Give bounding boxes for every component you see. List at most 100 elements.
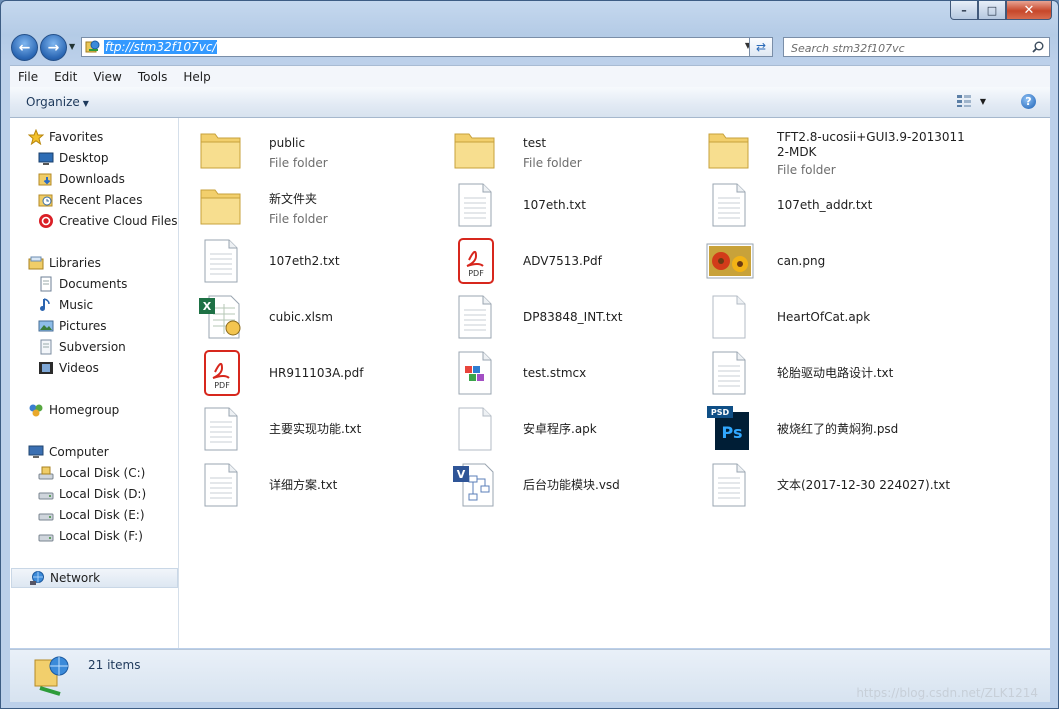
nav-computer[interactable]: Computer — [28, 442, 109, 462]
address-text[interactable]: ftp://stm32f107vc/ — [104, 40, 218, 54]
file-item[interactable]: 详细方案.txt — [197, 460, 447, 510]
file-name: 被烧红了的黄焖狗.psd — [777, 422, 899, 436]
nav-downloads[interactable]: Downloads — [38, 169, 125, 189]
nav-videos[interactable]: Videos — [38, 358, 99, 378]
file-item[interactable]: PDF HR911103A.pdf — [197, 348, 447, 398]
creative-cloud-icon — [38, 213, 54, 229]
nav-libraries[interactable]: Libraries — [28, 253, 101, 273]
file-name: 文本(2017-12-30 224027).txt — [777, 478, 951, 492]
details-pane: 21 items https://blog.csdn.net/ZLK1214 — [10, 649, 1050, 702]
file-name: TFT2.8-ucosii+GUI3.9-20130112-MDK — [777, 130, 965, 159]
file-item[interactable]: HeartOfCat.apk — [705, 292, 955, 342]
svg-text:PDF: PDF — [214, 381, 230, 390]
file-item[interactable]: 主要实现功能.txt — [197, 404, 447, 454]
text-file-icon — [712, 463, 746, 507]
search-input[interactable] — [789, 40, 1028, 56]
system-drive-icon — [38, 465, 54, 481]
minimize-button[interactable]: – — [950, 1, 978, 20]
drive-icon — [38, 486, 54, 502]
file-item[interactable]: V 后台功能模块.vsd — [451, 460, 701, 510]
file-item[interactable]: 107eth.txt — [451, 180, 701, 230]
file-name: 安卓程序.apk — [523, 422, 597, 436]
file-name: ADV7513.Pdf — [523, 254, 602, 268]
desktop-icon — [38, 150, 54, 166]
text-file-icon — [204, 239, 238, 283]
file-name: 107eth_addr.txt — [777, 198, 873, 212]
nav-disk-d-label: Local Disk (D:) — [59, 487, 147, 501]
refresh-button[interactable]: ⇄ — [749, 37, 773, 57]
file-item[interactable]: test File folder — [451, 124, 701, 174]
organize-label: Organize — [26, 95, 80, 109]
search-box[interactable] — [783, 37, 1050, 57]
back-button[interactable]: ← — [11, 34, 38, 61]
file-item[interactable]: test.stmcx — [451, 348, 701, 398]
svg-text:PDF: PDF — [468, 269, 484, 278]
change-view-button[interactable]: ▼ — [956, 94, 986, 108]
file-item[interactable]: PDF ADV7513.Pdf — [451, 236, 701, 286]
menu-tools[interactable]: Tools — [130, 70, 176, 84]
text-file-icon — [712, 183, 746, 227]
nav-documents-label: Documents — [59, 277, 128, 291]
nav-subversion[interactable]: Subversion — [38, 337, 126, 357]
item-count: 21 items — [88, 658, 141, 672]
menu-file[interactable]: File — [10, 70, 46, 84]
nav-disk-e[interactable]: Local Disk (E:) — [38, 505, 145, 525]
nav-pictures[interactable]: Pictures — [38, 316, 107, 336]
address-bar[interactable]: ftp://stm32f107vc/ ▼ — [81, 37, 756, 57]
close-button[interactable]: ✕ — [1006, 1, 1052, 20]
nav-favorites[interactable]: Favorites — [27, 127, 103, 147]
file-item[interactable]: 新文件夹 File folder — [197, 180, 447, 230]
file-type: File folder — [523, 156, 582, 170]
file-name: 后台功能模块.vsd — [523, 478, 620, 492]
videos-icon — [38, 360, 54, 376]
nav-disk-f-label: Local Disk (F:) — [59, 529, 143, 543]
nav-creative-cloud[interactable]: Creative Cloud Files — [38, 211, 178, 231]
svg-text:X: X — [203, 300, 212, 313]
downloads-folder-icon — [38, 171, 54, 187]
nav-documents[interactable]: Documents — [38, 274, 127, 294]
nav-network[interactable]: Network — [11, 568, 178, 588]
file-item[interactable]: 107eth2.txt — [197, 236, 447, 286]
file-item[interactable]: 轮胎驱动电路设计.txt — [705, 348, 955, 398]
text-file-icon — [204, 463, 238, 507]
file-item[interactable]: DP83848_INT.txt — [451, 292, 701, 342]
menu-edit[interactable]: Edit — [46, 70, 85, 84]
recent-places-icon — [38, 192, 54, 208]
file-name: 107eth.txt — [523, 198, 586, 212]
forward-button[interactable]: → — [40, 34, 67, 61]
nav-disk-d[interactable]: Local Disk (D:) — [38, 484, 146, 504]
file-name: 新文件夹 — [269, 192, 318, 206]
blank-file-icon — [458, 407, 492, 451]
navigation-row: ← → ▼ ftp://stm32f107vc/ ▼ ⇄ — [11, 34, 1051, 61]
file-item[interactable]: public File folder — [197, 124, 447, 174]
menu-view[interactable]: View — [85, 70, 129, 84]
nav-homegroup[interactable]: Homegroup — [28, 400, 119, 420]
nav-disk-c[interactable]: Local Disk (C:) — [38, 463, 145, 483]
star-icon — [27, 128, 45, 146]
recent-pages-dropdown[interactable]: ▼ — [69, 42, 75, 51]
maximize-button[interactable]: □ — [978, 1, 1006, 20]
nav-disk-f[interactable]: Local Disk (F:) — [38, 526, 143, 546]
help-button[interactable]: ? — [1021, 94, 1036, 109]
menu-help[interactable]: Help — [175, 70, 218, 84]
caption-buttons: – □ ✕ — [950, 1, 1052, 20]
pictures-icon — [38, 318, 54, 334]
file-item[interactable]: can.png — [705, 236, 955, 286]
folder-icon — [200, 133, 241, 169]
nav-recent-places[interactable]: Recent Places — [38, 190, 142, 210]
nav-music[interactable]: Music — [38, 295, 93, 315]
organize-button[interactable]: Organize ▼ — [26, 95, 89, 109]
svg-text:Ps: Ps — [722, 423, 743, 442]
nav-desktop[interactable]: Desktop — [38, 148, 109, 168]
file-item[interactable]: 107eth_addr.txt — [705, 180, 955, 230]
photoshop-icon: Ps PSD — [707, 406, 749, 450]
file-item[interactable]: 安卓程序.apk — [451, 404, 701, 454]
nav-homegroup-label: Homegroup — [49, 403, 120, 417]
file-item[interactable]: TFT2.8-ucosii+GUI3.9-20130112-MDK File f… — [705, 124, 965, 180]
ftp-folder-icon — [34, 656, 69, 696]
file-item[interactable]: X cubic.xlsm — [197, 292, 447, 342]
file-item[interactable]: Ps PSD 被烧红了的黄焖狗.psd — [705, 404, 955, 454]
stm-cube-file-icon — [458, 351, 492, 395]
nav-disk-e-label: Local Disk (E:) — [59, 508, 145, 522]
file-item[interactable]: 文本(2017-12-30 224027).txt — [705, 460, 955, 510]
